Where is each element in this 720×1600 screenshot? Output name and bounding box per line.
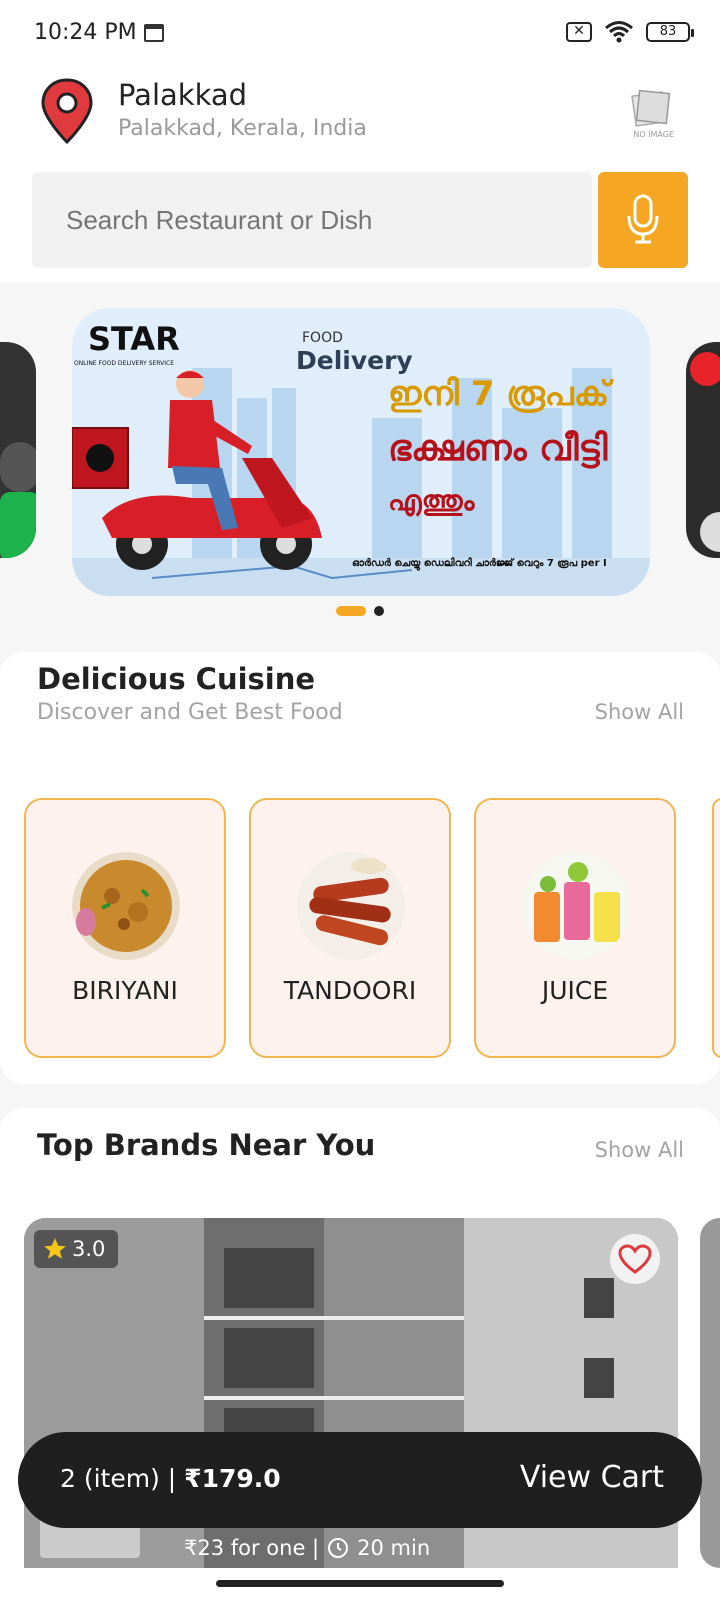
status-bar: 10:24 PM ✕ 83: [0, 0, 720, 66]
banner-line-2: ഭക്ഷണം വീട്ടി: [388, 428, 608, 469]
banner-footer: ഓർഡർ ചെയ്യു ഡെലിവറി ചാർജ്ജ് വെറും 7 രൂപ …: [352, 558, 607, 569]
location-pin-icon[interactable]: [40, 78, 94, 144]
voice-search-button[interactable]: [598, 172, 688, 268]
banner-line-1: ഇനി 7 രൂപക്: [388, 374, 610, 414]
calendar-icon: [144, 24, 164, 42]
location-title[interactable]: Palakkad: [118, 78, 247, 112]
cuisine-subtitle: Discover and Get Best Food: [37, 700, 343, 725]
cuisine-card-next[interactable]: [712, 798, 720, 1058]
carousel-dot[interactable]: [374, 606, 384, 616]
home-indicator[interactable]: [216, 1580, 504, 1587]
cuisine-name: JUICE: [541, 976, 609, 1005]
microphone-icon: [627, 194, 659, 244]
carousel-indicator: [0, 606, 720, 616]
no-sim-icon: ✕: [566, 22, 592, 42]
header: Palakkad Palakkad, Kerala, India NO IMAG…: [0, 66, 720, 282]
tandoori-image: [297, 852, 405, 960]
view-cart-bar[interactable]: 2 (item) | ₹179.0 View Cart: [18, 1432, 702, 1528]
banner-carousel[interactable]: STAR ONLINE FOOD DELIVERY SERVICE FOOD D…: [0, 282, 720, 652]
cart-total: ₹179.0: [184, 1464, 281, 1493]
cuisine-card-tandoori[interactable]: TANDOORI: [249, 798, 451, 1058]
banner-prev-card[interactable]: [0, 342, 36, 558]
biriyani-image: [72, 852, 180, 960]
banner-line-3: എത്തും: [388, 484, 475, 517]
cart-summary: 2 (item) | ₹179.0: [60, 1464, 281, 1493]
banner-brand: STAR: [88, 320, 180, 358]
brand-card-next[interactable]: [700, 1218, 720, 1568]
brand-meta: ₹23 for one | 20 min: [184, 1536, 430, 1560]
rating-badge: 3.0: [34, 1230, 118, 1268]
search-input[interactable]: [32, 172, 592, 268]
status-icons: ✕ 83: [566, 20, 694, 44]
view-cart-button[interactable]: View Cart: [520, 1460, 664, 1495]
location-subtitle[interactable]: Palakkad, Kerala, India: [118, 116, 367, 141]
carousel-dot-active[interactable]: [336, 606, 366, 616]
banner-slide[interactable]: STAR ONLINE FOOD DELIVERY SERVICE FOOD D…: [72, 308, 650, 596]
banner-brand-sub: ONLINE FOOD DELIVERY SERVICE: [74, 360, 175, 367]
cuisine-section: Delicious Cuisine Discover and Get Best …: [0, 652, 720, 1084]
status-time: 10:24 PM: [34, 20, 137, 45]
brand-price: ₹23 for one |: [184, 1536, 320, 1560]
cuisine-name: BIRIYANI: [72, 976, 178, 1005]
cuisine-title: Delicious Cuisine: [37, 662, 316, 696]
banner-next-card[interactable]: [686, 342, 720, 558]
banner-delivery-label: Delivery: [296, 346, 413, 375]
brands-title: Top Brands Near You: [37, 1128, 376, 1162]
no-image-label: NO IMAGE: [633, 130, 674, 139]
cuisine-card-biriyani[interactable]: BIRIYANI: [24, 798, 226, 1058]
wifi-icon: [605, 21, 633, 43]
clock-icon: [328, 1538, 349, 1558]
banner-food-label: FOOD: [302, 330, 343, 346]
heart-icon: [618, 1244, 652, 1274]
cuisine-card-juice[interactable]: JUICE: [474, 798, 676, 1058]
cuisine-show-all[interactable]: Show All: [595, 700, 684, 724]
rating-value: 3.0: [72, 1237, 106, 1261]
battery-icon: 83: [646, 22, 694, 42]
cuisine-name: TANDOORI: [283, 976, 417, 1005]
cart-items: 2 (item) |: [60, 1464, 177, 1493]
favorite-button[interactable]: [610, 1234, 660, 1284]
juice-image: [522, 852, 630, 960]
star-icon: [44, 1238, 66, 1259]
brands-show-all[interactable]: Show All: [595, 1138, 684, 1162]
brand-delivery-time: 20 min: [357, 1536, 431, 1560]
